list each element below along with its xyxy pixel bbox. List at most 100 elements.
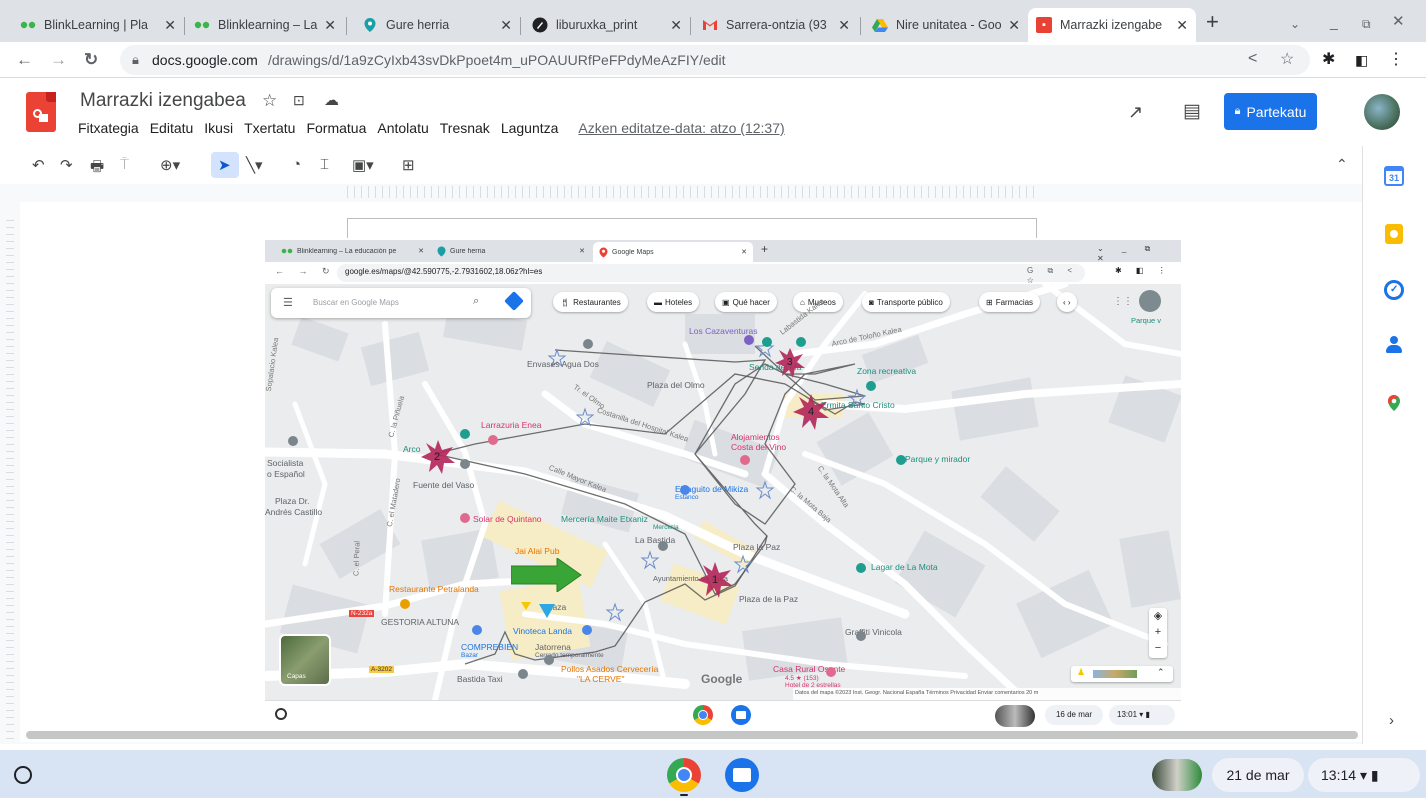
close-icon[interactable]: ✕ — [1008, 17, 1020, 34]
date-tray[interactable]: 21 de mar — [1212, 758, 1304, 792]
phone-hub-icon[interactable] — [1152, 759, 1202, 791]
contacts-icon[interactable] — [1386, 336, 1402, 354]
menu-help[interactable]: Laguntza — [501, 120, 559, 136]
drive-icon — [872, 17, 888, 33]
numbered-star-2: 2 — [421, 440, 455, 474]
zoom-icon[interactable]: ⊕▾ — [160, 156, 180, 174]
forward-icon[interactable]: → — [50, 50, 67, 70]
image-icon[interactable]: ▣▾ — [352, 156, 374, 174]
cloud-status-icon[interactable]: ☁ — [324, 91, 339, 109]
share-icon[interactable]: < — [1248, 50, 1257, 68]
drawings-logo-icon[interactable] — [26, 92, 56, 132]
collapse-menus-icon[interactable]: ⌃ — [1336, 156, 1348, 173]
inner-shelf: 16 de mar 13:01 ▾ ▮ — [265, 700, 1181, 730]
menu-bar: Fitxategia Editatu Ikusi Txertatu Format… — [78, 120, 785, 136]
maps-screenshot-image[interactable]: Blinklearning – La educación pe ✕ Gure he… — [265, 240, 1181, 730]
inner-tab-active: Google Maps ✕ — [593, 242, 753, 262]
directions-icon — [504, 291, 524, 311]
calendar-icon[interactable]: 31 — [1384, 166, 1404, 186]
numbered-star-4: 4 — [793, 394, 829, 430]
comments-icon[interactable]: ▤ — [1183, 100, 1201, 123]
tasks-icon[interactable]: ✓ — [1384, 280, 1404, 300]
vertical-ruler — [6, 220, 14, 740]
restore-icon[interactable]: ⧉ — [1362, 14, 1371, 34]
reload-icon[interactable]: ↻ — [84, 50, 98, 70]
launcher-icon[interactable] — [14, 766, 32, 784]
more-menu-icon[interactable]: ⋮ — [1388, 50, 1404, 70]
close-icon[interactable]: ✕ — [500, 17, 512, 34]
browser-tab[interactable]: Nire unitatea - Goo ✕ — [864, 8, 1028, 42]
horizontal-ruler — [347, 186, 1037, 198]
browser-tab[interactable]: BlinkLearning | Pla ✕ — [12, 8, 184, 42]
share-button[interactable]: 🔒︎ Partekatu — [1224, 93, 1317, 130]
address-bar[interactable]: 🔒︎ docs.google.com /drawings/d/1a9zCyIxb… — [120, 45, 1310, 75]
maps-icon[interactable] — [1387, 394, 1401, 417]
menu-arrange[interactable]: Antolatu — [377, 120, 428, 136]
close-icon[interactable]: ✕ — [164, 17, 176, 34]
blink-dots-icon — [194, 17, 210, 33]
line-tool-icon[interactable]: ╲▾ — [246, 156, 263, 174]
horizontal-scrollbar[interactable] — [26, 731, 1358, 739]
lock-icon: 🔒︎ — [132, 52, 139, 67]
activity-trend-icon[interactable]: ↗ — [1128, 102, 1143, 123]
close-icon[interactable]: ✕ — [670, 17, 682, 34]
inner-tab: Blinklearning – La educación pe ✕ — [275, 242, 430, 260]
paint-format-icon[interactable]: ⍑ — [120, 156, 129, 173]
menu-view[interactable]: Ikusi — [204, 120, 233, 136]
keep-icon[interactable] — [1385, 224, 1403, 244]
browser-tab[interactable]: Gure herria ✕ — [354, 8, 520, 42]
document-title[interactable]: Marrazki izengabea — [80, 90, 246, 112]
menu-format[interactable]: Formatua — [306, 120, 366, 136]
print-icon[interactable]: 🖶︎ — [90, 156, 104, 181]
minimize-icon[interactable]: _ — [1330, 12, 1338, 32]
gmail-icon — [702, 17, 718, 33]
back-icon[interactable]: ← — [16, 50, 33, 70]
zoom-controls: ◈ + − — [1149, 608, 1167, 658]
new-tab-icon[interactable]: + — [1206, 11, 1219, 33]
avatar[interactable] — [1364, 94, 1400, 130]
extensions-icon[interactable]: ✱ — [1322, 50, 1335, 70]
chip-hotels: ▬ Hoteles — [647, 292, 700, 312]
hamburger-menu-icon: ☰ — [283, 297, 293, 309]
menu-edit[interactable]: Editatu — [150, 120, 194, 136]
bookmark-star-icon[interactable]: ☆ — [1280, 49, 1294, 69]
browser-tab[interactable]: Blinklearning – La ✕ — [186, 8, 344, 42]
url-domain: docs.google.com — [152, 52, 258, 68]
expand-panel-chevron-icon[interactable]: › — [1389, 712, 1394, 729]
menu-tools[interactable]: Tresnak — [440, 120, 490, 136]
window-close-icon[interactable]: ✕ — [1392, 12, 1405, 32]
select-arrow-icon[interactable]: ➤ — [218, 156, 231, 174]
chip-pharmacies: ⊞ Farmacias — [979, 292, 1041, 312]
files-app-icon[interactable] — [725, 758, 759, 792]
close-icon[interactable]: ✕ — [324, 17, 336, 34]
browser-tab[interactable]: liburuxka_print ✕ — [524, 8, 690, 42]
menu-file[interactable]: Fitxategia — [78, 120, 139, 136]
blink-dots-icon — [20, 17, 36, 33]
close-icon[interactable]: ✕ — [1176, 17, 1188, 34]
wifi-icon: ▾ — [1359, 767, 1367, 783]
comment-add-icon[interactable]: ⊞ — [402, 156, 415, 174]
browser-tab[interactable]: Sarrera-ontzia (93 ✕ — [694, 8, 858, 42]
menu-insert[interactable]: Txertatu — [244, 120, 295, 136]
status-tray[interactable]: 13:14 ▾ ▮ — [1308, 758, 1420, 792]
blackpen-icon — [532, 17, 548, 33]
close-icon[interactable]: ✕ — [838, 17, 850, 34]
maps-search-box: ☰ Buscar en Google Maps ⌕ — [271, 288, 531, 318]
browser-tab-active[interactable]: ▪ Marrazki izengabe ✕ — [1028, 8, 1196, 42]
shape-tool-icon[interactable]: ◔ — [292, 156, 301, 173]
side-panel-icon[interactable]: ◧ — [1355, 50, 1368, 70]
redo-icon[interactable]: ↷ — [60, 156, 73, 174]
tab-search-chevron-icon[interactable]: ⌄ — [1290, 14, 1300, 34]
move-folder-icon[interactable]: ⊡ — [293, 92, 305, 109]
chrome-app-icon[interactable] — [667, 758, 701, 792]
text-box-icon[interactable]: ⌶ — [320, 156, 329, 173]
maps-pin-icon — [437, 246, 446, 256]
browser-tab-strip: BlinkLearning | Pla ✕ Blinklearning – La… — [0, 0, 1426, 42]
drawings-icon: ▪ — [1036, 17, 1052, 33]
star-icon[interactable]: ☆ — [262, 91, 277, 111]
undo-icon[interactable]: ↶ — [32, 156, 45, 174]
apps-grid-icon: ⋮⋮ — [1113, 296, 1133, 307]
map-area: ☰ Buscar en Google Maps ⌕ 🍴︎ Restaurantes… — [265, 284, 1181, 700]
last-edit-link[interactable]: Azken editatze-data: atzo (12:37) — [578, 120, 784, 136]
numbered-star-3: 3 — [775, 348, 805, 378]
